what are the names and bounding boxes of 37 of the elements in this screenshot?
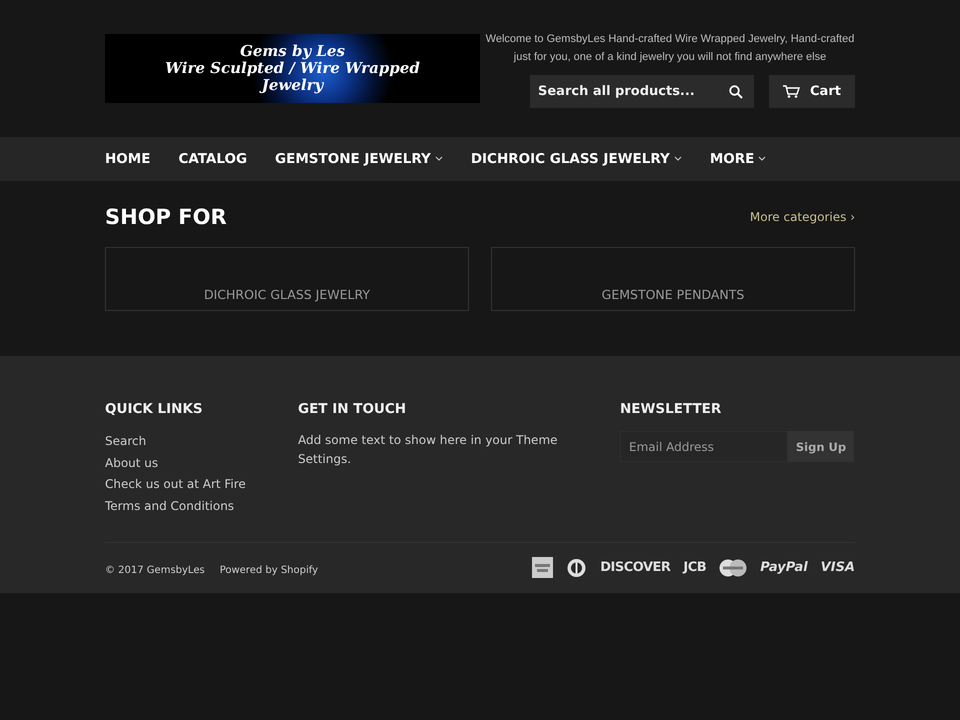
nav-link[interactable]: MORE [710,151,766,167]
card-logo: PayPal [760,560,808,576]
cart-icon [783,85,800,98]
card-icon [719,558,748,577]
powered-by-link[interactable]: Powered by Shopify [220,565,318,576]
logo-text: Jewelry [262,77,324,94]
footer-link[interactable]: Terms and Conditions [105,496,298,518]
footer-link[interactable]: About us [105,452,298,474]
search-icon[interactable] [729,85,743,99]
card-icon [532,557,554,578]
nav-link[interactable]: CATALOG [178,151,248,167]
category-card[interactable]: GEMSTONE PENDANTS [491,247,855,311]
email-field[interactable]: Email Address [620,431,788,462]
card-logo: JCB [683,560,706,576]
nav-link[interactable]: HOME [105,151,150,167]
logo-text: Gems by Les [240,42,345,60]
welcome-text: Welcome to GemsbyLes Hand-crafted Wire Wrapped Jewelry, Hand-crafted just for you, one of a kind jewelry you will not find anywhere else [485,32,855,65]
card-logo: DISCOVER [600,560,670,576]
footer-heading: NEWSLETTER [620,401,722,417]
logo-banner[interactable]: Gems by Les Wire Sculpted / Wire Wrapped Jewelry [105,34,480,103]
more-categories-link[interactable]: More categories › [750,210,855,224]
footer-heading: QUICK LINKS [105,401,204,417]
sign-up-button[interactable]: Sign Up [788,431,854,462]
search-field[interactable]: Search all products... [530,75,754,108]
footer-heading: GET IN TOUCH [298,401,408,417]
footer-link[interactable]: Search [105,431,298,453]
card-logo: VISA [820,560,855,576]
logo-text: Wire Sculpted / Wire Wrapped [165,60,420,78]
footer-link[interactable]: Check us out at Art Fire [105,474,298,496]
section-title: SHOP FOR [105,205,227,229]
nav-link[interactable]: DICHROIC GLASS JEWELRY [470,151,682,167]
category-card[interactable]: DICHROIC GLASS JEWELRY [105,247,469,311]
nav-link[interactable]: GEMSTONE JEWELRY [275,151,443,167]
contact-text: Add some text to show here in your Theme Settings. [298,432,559,468]
cart-button[interactable]: Cart [769,75,855,108]
card-icon [566,558,588,578]
copyright-text: © 2017 GemsbyLes [105,565,205,576]
